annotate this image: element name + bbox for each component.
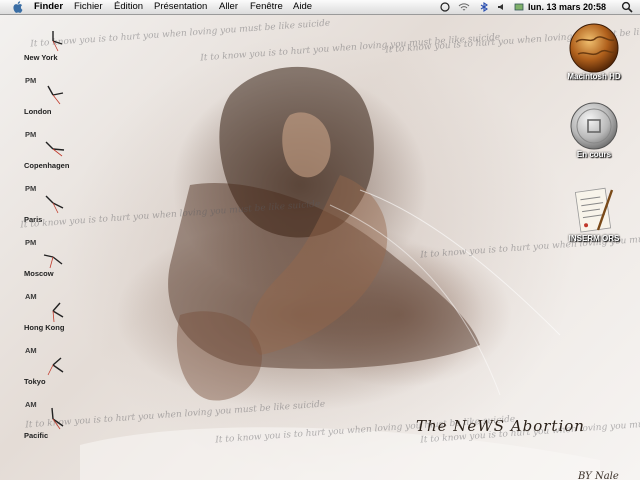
clock-city: Moscow — [24, 269, 54, 278]
bluetooth-icon[interactable] — [479, 2, 489, 12]
clock-city: Tokyo — [24, 377, 46, 386]
clock-city: London — [24, 107, 52, 116]
display-icon[interactable] — [514, 2, 524, 12]
wallpaper-credit: BY Nale — [578, 471, 619, 480]
world-clock-london[interactable]: PM London — [24, 76, 84, 126]
clock-face-icon — [47, 357, 64, 376]
clock-face-icon — [52, 31, 63, 52]
wallpaper-title: The NeWS Abortion — [416, 417, 585, 435]
desktop-icon-inserm-ors[interactable]: INSERM ORS — [556, 184, 632, 254]
clock-city: Hong Kong — [24, 323, 65, 332]
desktop-wallpaper: It to know you is to hurt you when lovin… — [0, 15, 640, 480]
menu-finder[interactable]: Finder — [34, 0, 63, 14]
menu-aide[interactable]: Aide — [293, 0, 312, 14]
sync-icon[interactable] — [440, 2, 450, 12]
desktop-icon-label: Macintosh HD — [567, 72, 621, 81]
clock-city: New York — [24, 53, 58, 62]
menu-fichier[interactable]: Fichier — [74, 0, 103, 14]
menu-edition[interactable]: Édition — [114, 0, 143, 14]
world-clock-copenhagen[interactable]: PM Copenhagen — [24, 130, 84, 180]
clock-city: Paris — [24, 215, 43, 224]
menu-aller[interactable]: Aller — [219, 0, 238, 14]
menu-presentation[interactable]: Présentation — [154, 0, 207, 14]
world-clock-hong-kong[interactable]: AM Hong Kong — [24, 292, 84, 342]
clock-city: Pacific — [24, 431, 49, 440]
clock-ampm: AM — [25, 400, 37, 409]
clock-face-icon — [51, 407, 64, 430]
hard-drive-globe-icon — [569, 23, 619, 73]
desktop-icon-label: INSERM ORS — [568, 234, 620, 243]
menubar-clock[interactable]: lun. 13 mars 20:58 — [528, 0, 606, 14]
clock-ampm: AM — [25, 346, 37, 355]
clock-ampm: PM — [25, 184, 37, 193]
apple-icon[interactable] — [13, 1, 23, 13]
world-clock-paris[interactable]: PM Paris — [24, 184, 84, 234]
clock-ampm: PM — [25, 238, 37, 247]
clock-face-icon — [43, 254, 63, 269]
world-clock-pacific[interactable]: AM Pacific — [24, 400, 84, 450]
clock-face-icon — [47, 85, 64, 105]
clock-ampm: AM — [25, 292, 37, 301]
wifi-icon[interactable] — [458, 2, 470, 12]
clock-ampm: PM — [25, 76, 37, 85]
coin-icon — [570, 102, 618, 150]
spotlight-icon[interactable] — [621, 1, 633, 13]
world-clock-moscow[interactable]: PM Moscow — [24, 238, 84, 288]
document-pen-icon — [574, 187, 614, 233]
clock-face-icon — [45, 141, 65, 157]
clock-city: Copenhagen — [24, 161, 70, 170]
clock-face-icon — [52, 302, 64, 323]
world-clock-new-york[interactable]: New York — [24, 22, 84, 72]
world-clock-tokyo[interactable]: AM Tokyo — [24, 346, 84, 396]
menu-fenetre[interactable]: Fenêtre — [250, 0, 283, 14]
volume-icon[interactable] — [497, 2, 507, 12]
desktop-icon-label: En cours — [576, 150, 612, 159]
clock-face-icon — [45, 195, 64, 214]
desktop-icon-en-cours[interactable]: En cours — [556, 100, 632, 170]
clock-ampm: PM — [25, 130, 37, 139]
desktop-icon-macintosh-hd[interactable]: Macintosh HD — [556, 22, 632, 92]
menu-bar: Finder Fichier Édition Présentation Alle… — [0, 0, 640, 15]
